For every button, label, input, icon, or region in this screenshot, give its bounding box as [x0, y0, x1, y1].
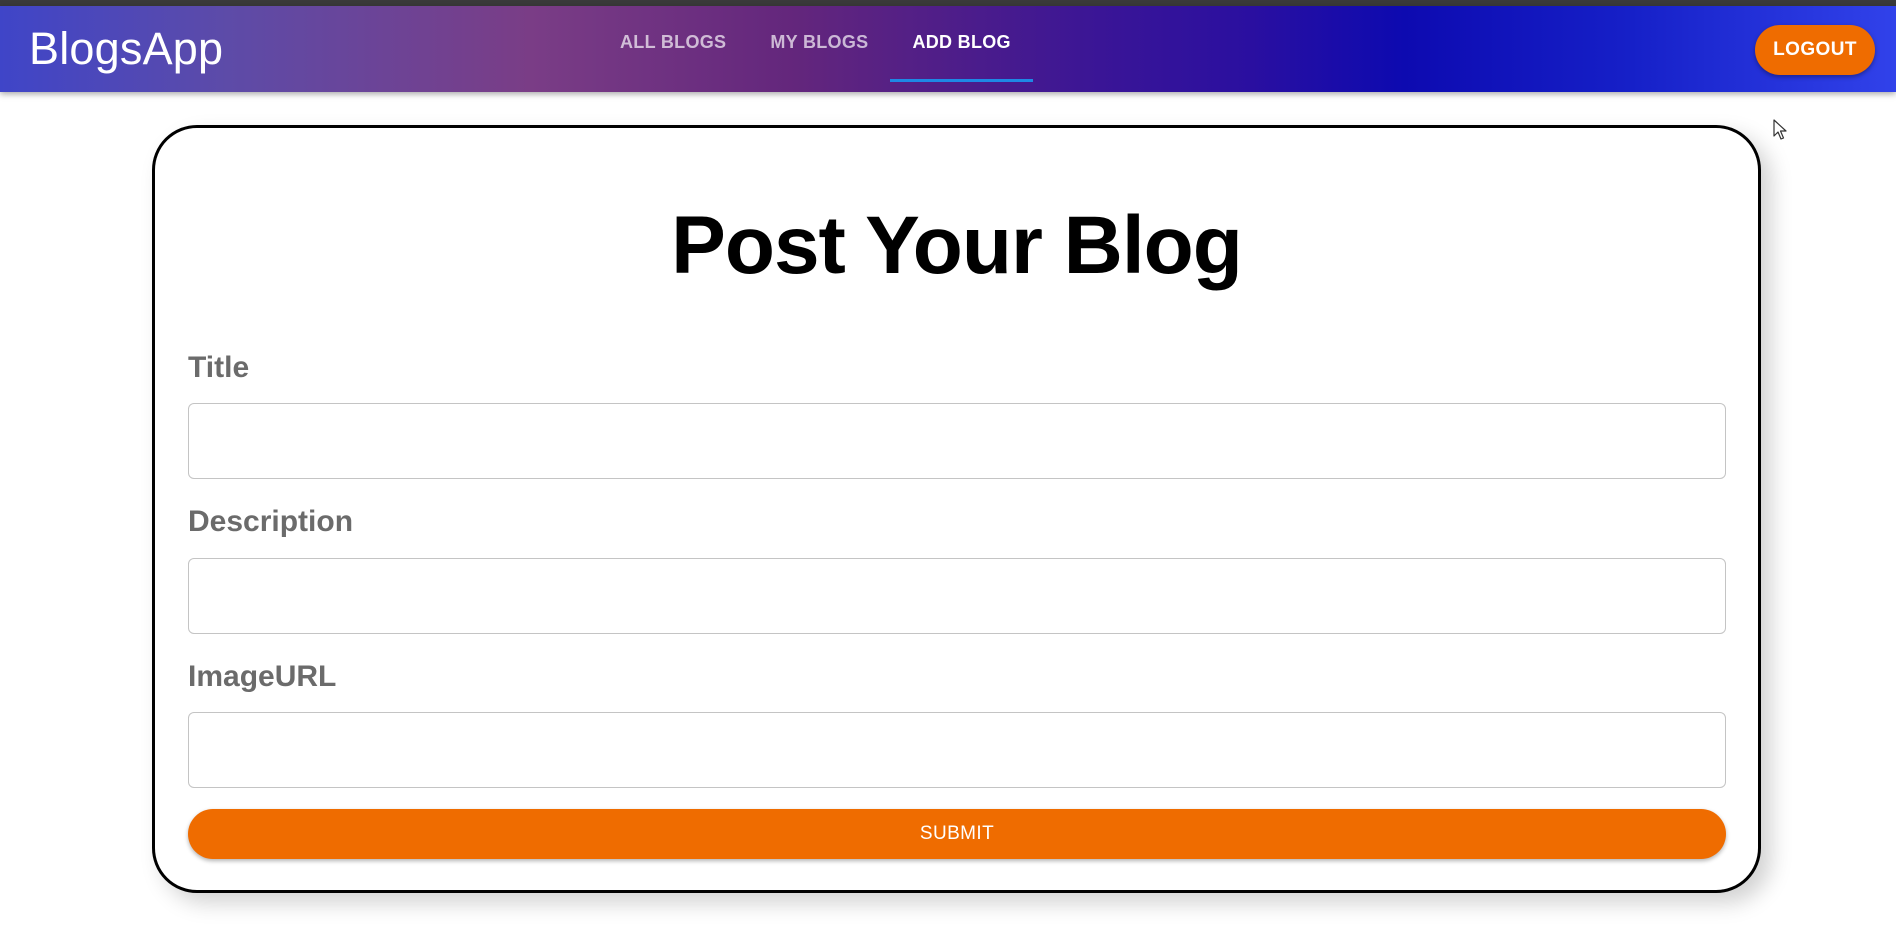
tab-my-blogs[interactable]: MY BLOGS	[748, 6, 890, 92]
image-url-label: ImageURL	[188, 660, 337, 693]
title-input[interactable]	[188, 403, 1726, 479]
mouse-cursor-icon	[1773, 119, 1787, 140]
logout-button[interactable]: LOGOUT	[1755, 25, 1875, 75]
app-bar: BlogsApp ALL BLOGS MY BLOGS ADD BLOG LOG…	[0, 6, 1896, 92]
title-label: Title	[188, 351, 250, 384]
post-blog-card: Post Your Blog Title Description ImageUR…	[152, 125, 1761, 893]
nav-tabs: ALL BLOGS MY BLOGS ADD BLOG	[598, 6, 1034, 92]
page-title: Post Your Blog	[671, 200, 1243, 291]
submit-button[interactable]: SUBMIT	[188, 809, 1726, 859]
tab-all-blogs[interactable]: ALL BLOGS	[598, 6, 748, 92]
tab-add-blog[interactable]: ADD BLOG	[890, 6, 1034, 92]
app-brand[interactable]: BlogsApp	[29, 20, 223, 78]
description-input[interactable]	[188, 558, 1726, 634]
description-label: Description	[188, 505, 354, 538]
image-url-input[interactable]	[188, 712, 1726, 788]
